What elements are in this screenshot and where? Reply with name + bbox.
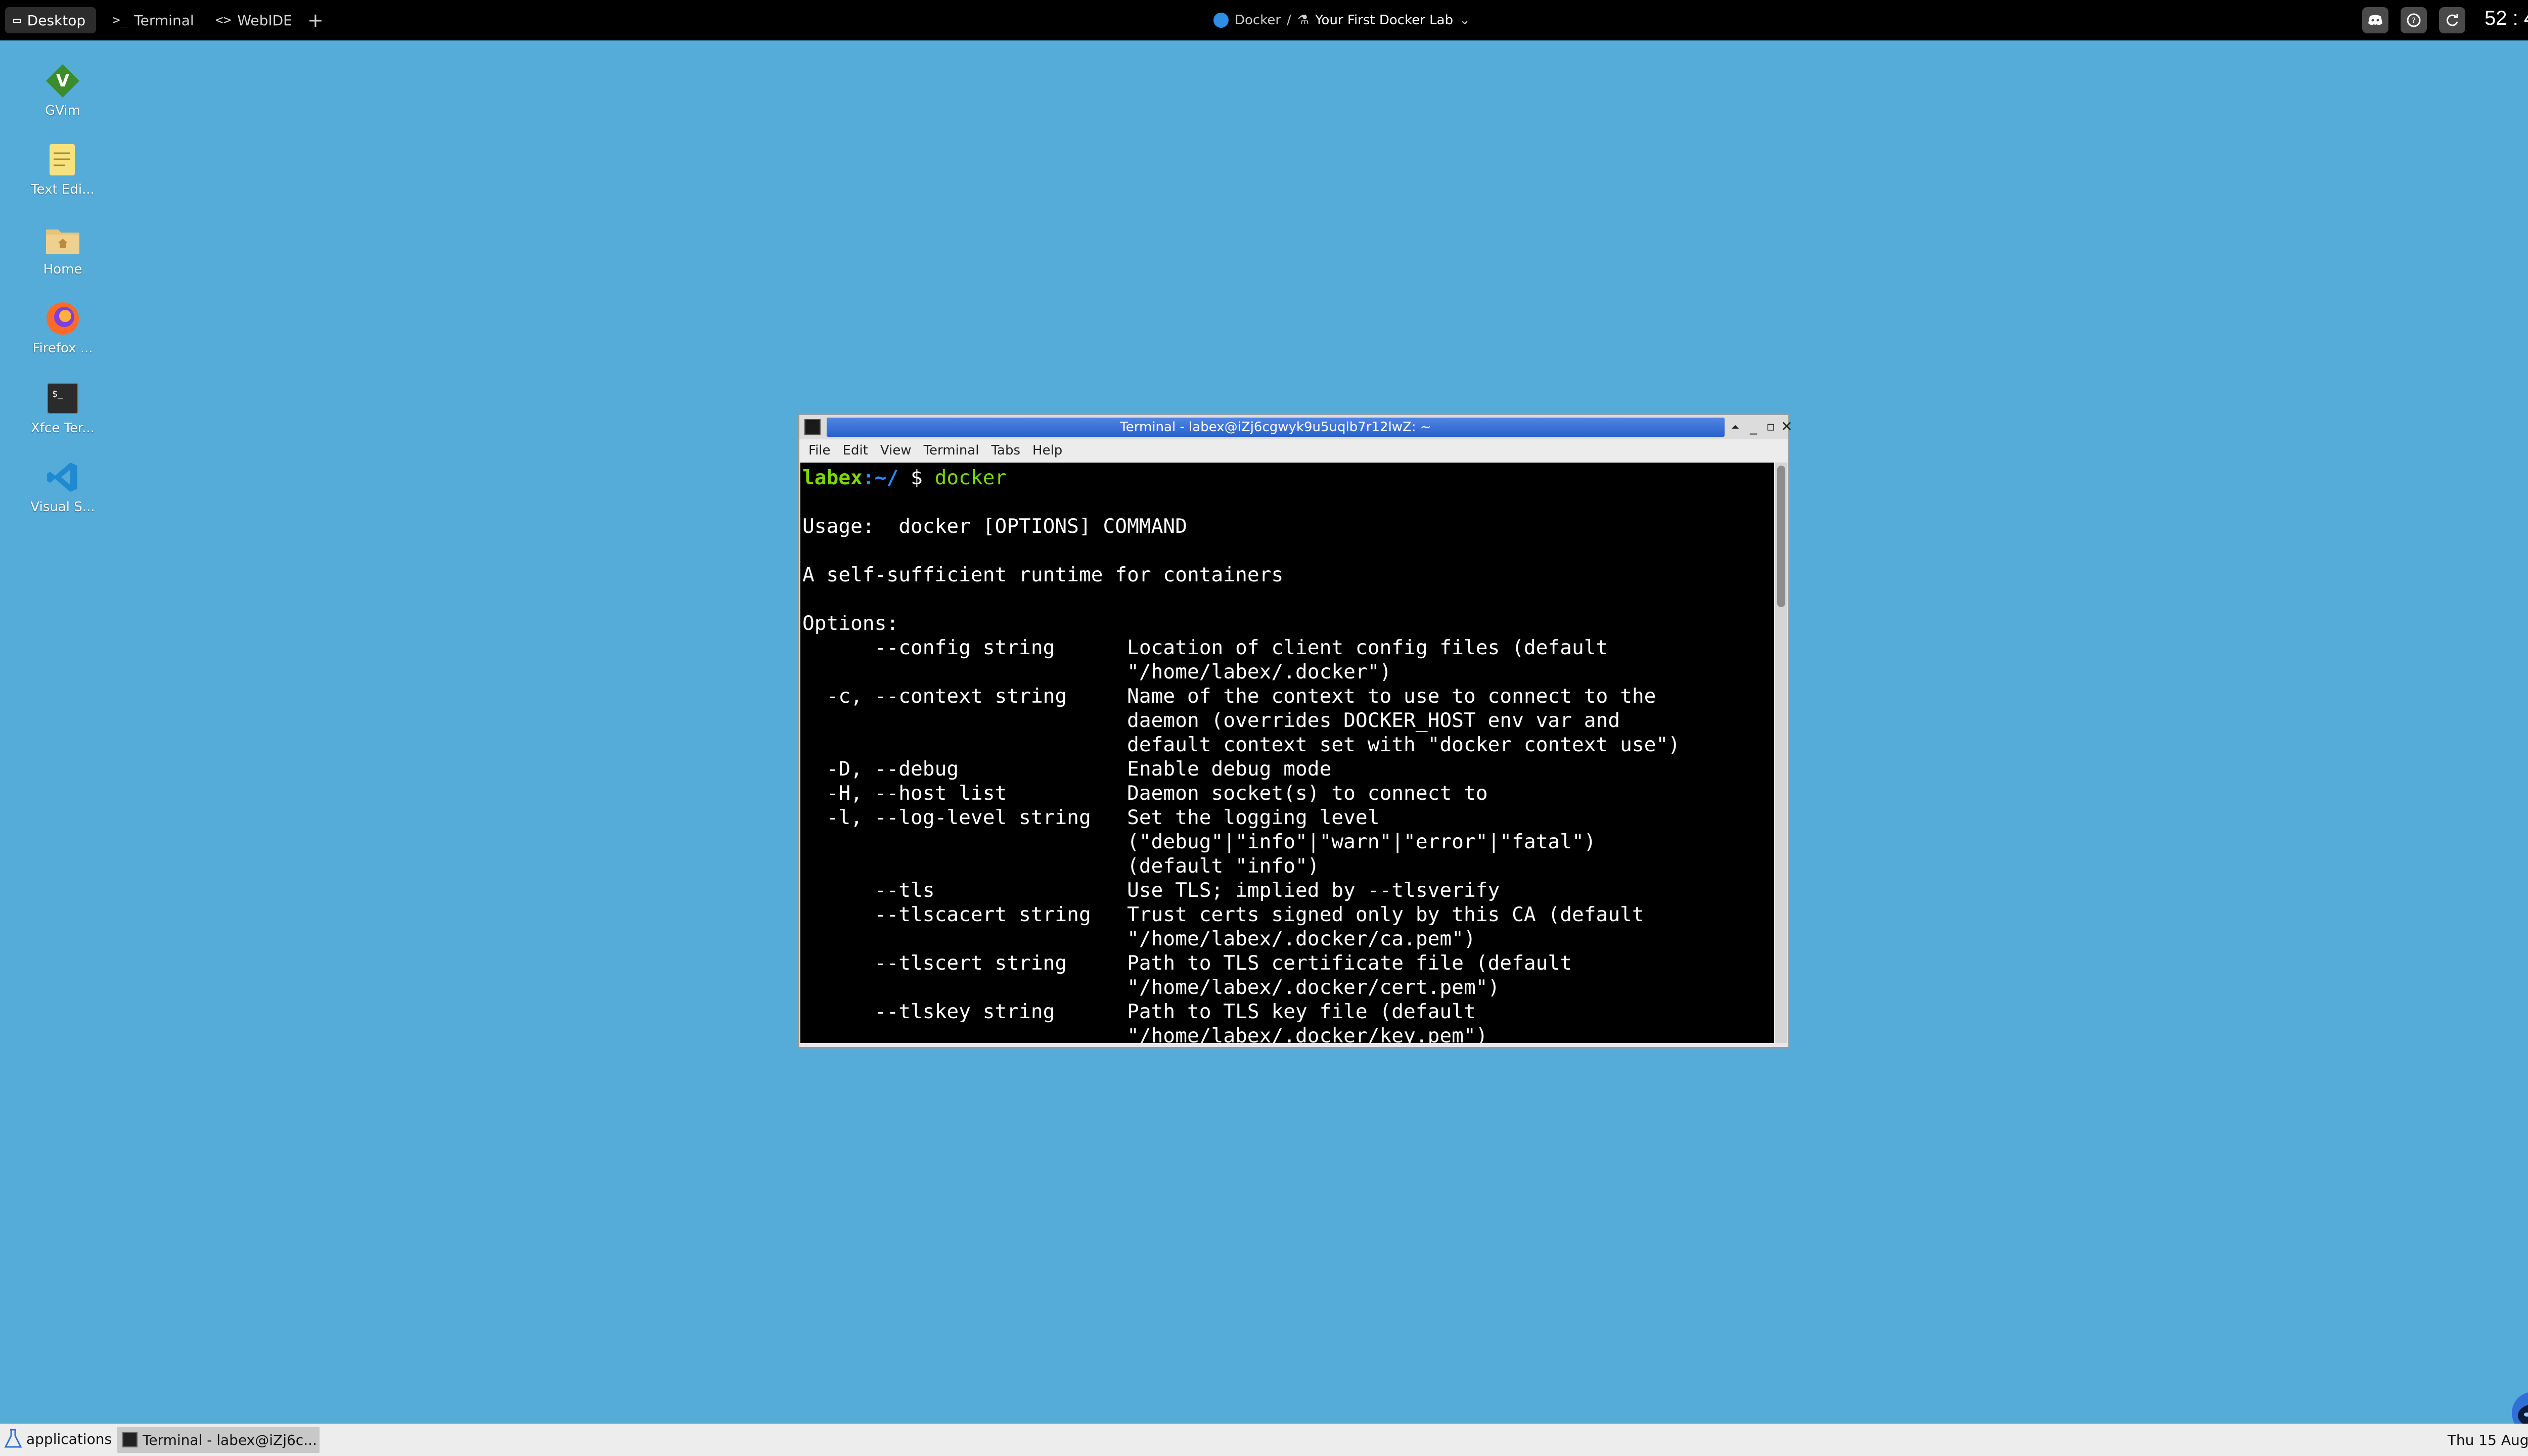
tab-label: Desktop [27,12,86,29]
breadcrumb-course[interactable]: Docker [1235,13,1281,28]
desktop-icon-gvim[interactable]: V GVim [27,62,98,118]
terminal-icon [122,1432,138,1447]
minimize-icon[interactable]: _ [1746,419,1761,434]
output-line: Options: [802,612,899,635]
output-line: "/home/labex/.docker/ca.pem") [802,927,1476,950]
output-line: (default "info") [802,854,1320,878]
window-title: Terminal - labex@iZj6cgwyk9u5uqlb7r12lwZ… [827,418,1725,437]
desktop-icon-label: Firefox ... [32,341,93,356]
flask-icon: ⚗ [1297,13,1310,28]
svg-text:V: V [56,71,70,91]
svg-text:?: ? [2412,16,2416,25]
output-line: -c, --context string Name of the context… [802,685,1656,708]
discord-icon [2368,15,2382,25]
applications-label: applications [26,1430,112,1447]
tab-terminal[interactable]: >_ Terminal [104,7,203,33]
output-line: A self-sufficient runtime for containers [802,563,1284,586]
output-line: -H, --host list Daemon socket(s) to conn… [802,782,1488,805]
output-line: --tlscert string Path to TLS certificate… [802,951,1572,975]
firefox-icon [43,299,82,338]
desktop-icon-label: Xfce Ter... [30,421,95,436]
maximize-icon[interactable]: ▫ [1763,419,1778,434]
window-titlebar[interactable]: Terminal - labex@iZj6cgwyk9u5uqlb7r12lwZ… [799,415,1793,439]
output-line: default context set with "docker context… [802,733,1681,756]
output-line: --tls Use TLS; implied by --tlsverify [802,879,1500,902]
gvim-icon: V [43,62,82,100]
window-shade-icon[interactable]: ⏶ [1728,419,1743,434]
desktop-icon-home[interactable]: Home [27,220,98,277]
output-line: "/home/labex/.docker/key.pem") [802,1024,1488,1043]
desktop-icon-text-editor[interactable]: Text Edi... [27,141,98,197]
terminal-app-icon[interactable] [804,419,821,435]
menu-tabs[interactable]: Tabs [991,443,1020,458]
output-line: Usage: docker [OPTIONS] COMMAND [802,515,1187,538]
menu-view[interactable]: View [880,443,912,458]
top-bar: ▭ Desktop >_ Terminal <> WebIDE + Docker… [0,0,2528,40]
flask-icon [4,1429,22,1448]
desktop-icon-label: Home [43,262,82,277]
output-line: "/home/labex/.docker") [802,660,1392,684]
close-icon[interactable]: ✕ [1779,419,1794,434]
vscode-icon [43,458,82,496]
output-line: -D, --debug Enable debug mode [802,757,1332,781]
home-folder-icon [43,220,82,259]
menu-terminal[interactable]: Terminal [924,443,979,458]
lab-timer: 52 : 43 [2485,7,2528,29]
monitor-icon: ▭ [13,13,21,28]
tab-label: WebIDE [237,12,292,29]
desktop-icon-label: Visual S... [30,499,95,515]
code-brackets-icon: <> [215,13,232,28]
output-line: --tlscacert string Trust certs signed on… [802,903,1644,926]
discord-button[interactable] [2362,7,2388,33]
docker-icon [1213,13,1229,28]
breadcrumb-lab[interactable]: Your First Docker Lab [1315,13,1453,28]
menu-help[interactable]: Help [1032,443,1062,458]
breadcrumb-separator: / [1287,13,1291,28]
desktop-icon-vscode[interactable]: Visual S... [27,458,98,515]
desktop-icon-label: GVim [45,103,80,118]
clock: Thu 15 Aug, 11:01 [2447,1432,2528,1448]
add-tab-button[interactable]: + [307,9,324,31]
taskbar-label: Terminal - labex@iZj6c... [143,1431,317,1448]
chevron-down-icon[interactable]: ⌄ [1459,13,1470,28]
menu-file[interactable]: File [808,443,831,458]
text-editor-icon [43,141,82,179]
bottom-panel: applications ⋮ Terminal - labex@iZj6c...… [0,1424,2528,1456]
prompt-command: docker [934,466,1007,489]
svg-text:$_: $_ [52,389,63,399]
tab-desktop[interactable]: ▭ Desktop [5,7,96,33]
output-line: daemon (overrides DOCKER_HOST env var an… [802,709,1620,732]
terminal-prompt-icon: >_ [112,13,128,28]
tab-webide[interactable]: <> WebIDE [207,7,301,33]
tab-label: Terminal [134,12,194,29]
scrollbar-thumb[interactable] [1777,466,1785,607]
desktop-icon-label: Text Edi... [31,182,95,197]
output-line: --config string Location of client confi… [802,636,1608,659]
terminal-output[interactable]: labex:~/ $ docker Usage: docker [OPTIONS… [800,463,1774,1043]
output-line: --tlskey string Path to TLS key file (de… [802,1000,1476,1023]
prompt-symbol: $ [911,466,923,489]
breadcrumb: Docker / ⚗ Your First Docker Lab ⌄ [1213,10,1470,30]
prompt-user: labex [802,466,863,489]
refresh-button[interactable] [2439,7,2465,33]
help-icon: ? [2407,13,2421,27]
help-button[interactable]: ? [2401,7,2427,33]
applications-menu[interactable]: applications ⋮ [4,1429,130,1449]
output-line: ("debug"|"info"|"warn"|"error"|"fatal") [802,830,1596,853]
menu-bar: File Edit View Terminal Tabs Help [799,439,1788,462]
output-line: "/home/labex/.docker/cert.pem") [802,976,1500,999]
terminal-scrollbar[interactable] [1775,463,1787,1043]
taskbar-terminal-button[interactable]: Terminal - labex@iZj6c... [117,1427,320,1453]
terminal-icon: $_ [43,379,82,418]
refresh-icon [2446,14,2458,26]
desktop-icon-xfce-terminal[interactable]: $_ Xfce Ter... [27,379,98,436]
output-line: -l, --log-level string Set the logging l… [802,806,1380,829]
terminal-window: Terminal - labex@iZj6cgwyk9u5uqlb7r12lwZ… [798,414,1793,1049]
menu-edit[interactable]: Edit [843,443,868,458]
prompt-path: :~/ [862,466,899,489]
desktop-icon-firefox[interactable]: Firefox ... [27,299,98,356]
